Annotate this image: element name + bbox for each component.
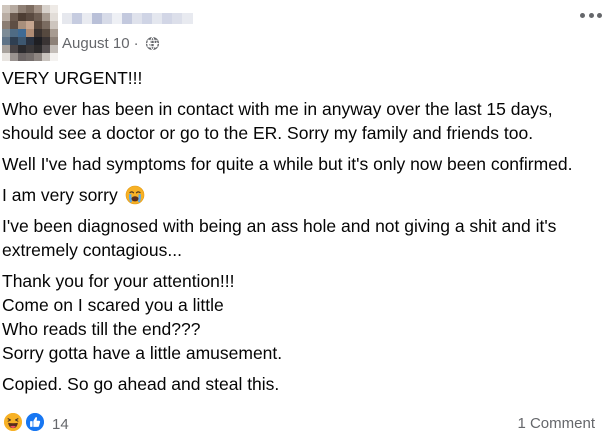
- post-line: Thank you for your attention!!!: [2, 271, 235, 291]
- post-paragraph: Who ever has been in contact with me in …: [2, 99, 553, 143]
- post-line: Who reads till the end???: [2, 319, 201, 339]
- post-date[interactable]: August 10: [62, 35, 130, 52]
- post-line: Come on I scared you a little: [2, 295, 224, 315]
- post-footer: 14 1 Comment: [2, 410, 602, 436]
- avatar[interactable]: [2, 5, 58, 63]
- author-name-blurred[interactable]: [62, 13, 193, 24]
- more-options-icon[interactable]: [580, 8, 602, 22]
- globe-icon[interactable]: [145, 36, 160, 51]
- crying-face-emoji-icon: [125, 185, 144, 205]
- like-reaction-icon[interactable]: [24, 411, 46, 433]
- reaction-count[interactable]: 14: [52, 416, 69, 433]
- post-paragraph: VERY URGENT!!!: [2, 68, 143, 88]
- meta-separator: ·: [133, 34, 139, 52]
- haha-reaction-icon[interactable]: [2, 411, 24, 433]
- post-line: Sorry gotta have a little amusement.: [2, 343, 283, 363]
- post-meta: August 10 ·: [62, 34, 160, 52]
- post-paragraph: Copied. So go ahead and steal this.: [2, 374, 280, 394]
- post-text: I am very sorry: [2, 185, 118, 205]
- post-paragraph: Well I've had symptoms for quite a while…: [2, 154, 573, 174]
- post-body: VERY URGENT!!! Who ever has been in cont…: [2, 66, 602, 403]
- facebook-post: August 10 · VERY URGENT!!! Who ever has …: [0, 0, 607, 437]
- comment-count-link[interactable]: 1 Comment: [517, 415, 595, 432]
- post-paragraph: I am very sorry: [2, 183, 602, 207]
- post-paragraph: I've been diagnosed with being an ass ho…: [2, 216, 557, 260]
